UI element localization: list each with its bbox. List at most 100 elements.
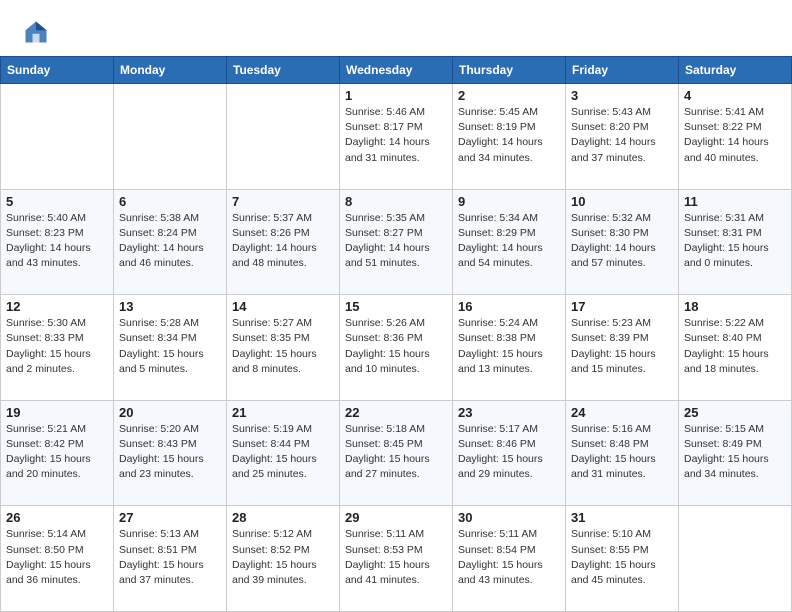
day-number: 28 <box>232 510 334 525</box>
header-day-thursday: Thursday <box>453 57 566 84</box>
day-cell-23: 23 Sunrise: 5:17 AMSunset: 8:46 PMDayligh… <box>453 400 566 506</box>
day-cell-22: 22 Sunrise: 5:18 AMSunset: 8:45 PMDayligh… <box>340 400 453 506</box>
day-number: 19 <box>6 405 108 420</box>
day-info: Sunrise: 5:16 AMSunset: 8:48 PMDaylight:… <box>571 422 673 483</box>
day-cell-31: 31Sunrise: 5:10 AMSunset: 8:55 PMDayligh… <box>566 506 679 612</box>
week-row-1: 1Sunrise: 5:46 AMSunset: 8:17 PMDaylight… <box>1 84 792 190</box>
day-info: Sunrise: 5:40 AMSunset: 8:23 PMDaylight:… <box>6 211 108 272</box>
header-row: SundayMondayTuesdayWednesdayThursdayFrid… <box>1 57 792 84</box>
day-info: Sunrise: 5:31 AMSunset: 8:31 PMDaylight:… <box>684 211 786 272</box>
day-info: Sunrise: 5:41 AMSunset: 8:22 PMDaylight:… <box>684 105 786 166</box>
day-number: 29 <box>345 510 447 525</box>
day-cell-27: 27 Sunrise: 5:13 AMSunset: 8:51 PMDayligh… <box>114 506 227 612</box>
day-number: 23 <box>458 405 560 420</box>
day-cell-7: 7 Sunrise: 5:37 AMSunset: 8:26 PMDaylight… <box>227 189 340 295</box>
day-number: 7 <box>232 194 334 209</box>
header-day-saturday: Saturday <box>679 57 792 84</box>
day-cell-18: 18 Sunrise: 5:22 AMSunset: 8:40 PMDayligh… <box>679 295 792 401</box>
day-info: Sunrise: 5:11 AMSunset: 8:53 PMDaylight:… <box>345 527 447 588</box>
day-number: 20 <box>119 405 221 420</box>
day-cell-30: 30 Sunrise: 5:11 AMSunset: 8:54 PMDayligh… <box>453 506 566 612</box>
header-day-wednesday: Wednesday <box>340 57 453 84</box>
day-info: Sunrise: 5:43 AMSunset: 8:20 PMDaylight:… <box>571 105 673 166</box>
day-number: 24 <box>571 405 673 420</box>
day-number: 17 <box>571 299 673 314</box>
day-number: 8 <box>345 194 447 209</box>
day-cell-8: 8 Sunrise: 5:35 AMSunset: 8:27 PMDaylight… <box>340 189 453 295</box>
day-info: Sunrise: 5:30 AMSunset: 8:33 PMDaylight:… <box>6 316 108 377</box>
day-number: 6 <box>119 194 221 209</box>
week-row-3: 12 Sunrise: 5:30 AMSunset: 8:33 PMDayligh… <box>1 295 792 401</box>
day-number: 11 <box>684 194 786 209</box>
day-info: Sunrise: 5:38 AMSunset: 8:24 PMDaylight:… <box>119 211 221 272</box>
empty-cell <box>227 84 340 190</box>
day-info: Sunrise: 5:22 AMSunset: 8:40 PMDaylight:… <box>684 316 786 377</box>
day-cell-16: 16Sunrise: 5:24 AMSunset: 8:38 PMDayligh… <box>453 295 566 401</box>
day-info: Sunrise: 5:11 AMSunset: 8:54 PMDaylight:… <box>458 527 560 588</box>
header-day-monday: Monday <box>114 57 227 84</box>
day-cell-17: 17 Sunrise: 5:23 AMSunset: 8:39 PMDayligh… <box>566 295 679 401</box>
day-number: 15 <box>345 299 447 314</box>
page: SundayMondayTuesdayWednesdayThursdayFrid… <box>0 0 792 612</box>
day-info: Sunrise: 5:13 AMSunset: 8:51 PMDaylight:… <box>119 527 221 588</box>
day-cell-24: 24 Sunrise: 5:16 AMSunset: 8:48 PMDayligh… <box>566 400 679 506</box>
logo <box>22 18 54 46</box>
day-cell-19: 19 Sunrise: 5:21 AMSunset: 8:42 PMDayligh… <box>1 400 114 506</box>
day-number: 31 <box>571 510 673 525</box>
day-cell-21: 21Sunrise: 5:19 AMSunset: 8:44 PMDayligh… <box>227 400 340 506</box>
day-cell-13: 13Sunrise: 5:28 AMSunset: 8:34 PMDayligh… <box>114 295 227 401</box>
day-cell-25: 25 Sunrise: 5:15 AMSunset: 8:49 PMDayligh… <box>679 400 792 506</box>
week-row-4: 19 Sunrise: 5:21 AMSunset: 8:42 PMDayligh… <box>1 400 792 506</box>
day-info: Sunrise: 5:45 AMSunset: 8:19 PMDaylight:… <box>458 105 560 166</box>
day-number: 1 <box>345 88 447 103</box>
day-number: 26 <box>6 510 108 525</box>
day-info: Sunrise: 5:21 AMSunset: 8:42 PMDaylight:… <box>6 422 108 483</box>
header-day-sunday: Sunday <box>1 57 114 84</box>
day-info: Sunrise: 5:14 AMSunset: 8:50 PMDaylight:… <box>6 527 108 588</box>
day-info: Sunrise: 5:27 AMSunset: 8:35 PMDaylight:… <box>232 316 334 377</box>
header-day-tuesday: Tuesday <box>227 57 340 84</box>
day-info: Sunrise: 5:12 AMSunset: 8:52 PMDaylight:… <box>232 527 334 588</box>
day-cell-14: 14 Sunrise: 5:27 AMSunset: 8:35 PMDayligh… <box>227 295 340 401</box>
day-number: 12 <box>6 299 108 314</box>
day-number: 16 <box>458 299 560 314</box>
day-info: Sunrise: 5:18 AMSunset: 8:45 PMDaylight:… <box>345 422 447 483</box>
day-cell-29: 29 Sunrise: 5:11 AMSunset: 8:53 PMDayligh… <box>340 506 453 612</box>
empty-cell <box>679 506 792 612</box>
day-cell-5: 5Sunrise: 5:40 AMSunset: 8:23 PMDaylight… <box>1 189 114 295</box>
logo-icon <box>22 18 50 46</box>
calendar-table: SundayMondayTuesdayWednesdayThursdayFrid… <box>0 56 792 612</box>
day-info: Sunrise: 5:15 AMSunset: 8:49 PMDaylight:… <box>684 422 786 483</box>
day-cell-4: 4 Sunrise: 5:41 AMSunset: 8:22 PMDaylight… <box>679 84 792 190</box>
day-number: 25 <box>684 405 786 420</box>
day-number: 14 <box>232 299 334 314</box>
day-info: Sunrise: 5:26 AMSunset: 8:36 PMDaylight:… <box>345 316 447 377</box>
day-info: Sunrise: 5:34 AMSunset: 8:29 PMDaylight:… <box>458 211 560 272</box>
day-cell-6: 6 Sunrise: 5:38 AMSunset: 8:24 PMDaylight… <box>114 189 227 295</box>
day-info: Sunrise: 5:28 AMSunset: 8:34 PMDaylight:… <box>119 316 221 377</box>
day-info: Sunrise: 5:19 AMSunset: 8:44 PMDaylight:… <box>232 422 334 483</box>
day-number: 30 <box>458 510 560 525</box>
week-row-2: 5Sunrise: 5:40 AMSunset: 8:23 PMDaylight… <box>1 189 792 295</box>
empty-cell <box>1 84 114 190</box>
empty-cell <box>114 84 227 190</box>
day-cell-2: 2Sunrise: 5:45 AMSunset: 8:19 PMDaylight… <box>453 84 566 190</box>
day-cell-9: 9 Sunrise: 5:34 AMSunset: 8:29 PMDaylight… <box>453 189 566 295</box>
day-info: Sunrise: 5:37 AMSunset: 8:26 PMDaylight:… <box>232 211 334 272</box>
day-number: 22 <box>345 405 447 420</box>
day-number: 4 <box>684 88 786 103</box>
day-cell-15: 15 Sunrise: 5:26 AMSunset: 8:36 PMDayligh… <box>340 295 453 401</box>
day-info: Sunrise: 5:17 AMSunset: 8:46 PMDaylight:… <box>458 422 560 483</box>
day-cell-28: 28 Sunrise: 5:12 AMSunset: 8:52 PMDayligh… <box>227 506 340 612</box>
day-number: 10 <box>571 194 673 209</box>
day-info: Sunrise: 5:32 AMSunset: 8:30 PMDaylight:… <box>571 211 673 272</box>
day-cell-3: 3Sunrise: 5:43 AMSunset: 8:20 PMDaylight… <box>566 84 679 190</box>
day-cell-12: 12 Sunrise: 5:30 AMSunset: 8:33 PMDayligh… <box>1 295 114 401</box>
day-cell-26: 26 Sunrise: 5:14 AMSunset: 8:50 PMDayligh… <box>1 506 114 612</box>
day-cell-1: 1Sunrise: 5:46 AMSunset: 8:17 PMDaylight… <box>340 84 453 190</box>
day-number: 27 <box>119 510 221 525</box>
day-info: Sunrise: 5:35 AMSunset: 8:27 PMDaylight:… <box>345 211 447 272</box>
day-number: 9 <box>458 194 560 209</box>
day-info: Sunrise: 5:23 AMSunset: 8:39 PMDaylight:… <box>571 316 673 377</box>
day-number: 18 <box>684 299 786 314</box>
